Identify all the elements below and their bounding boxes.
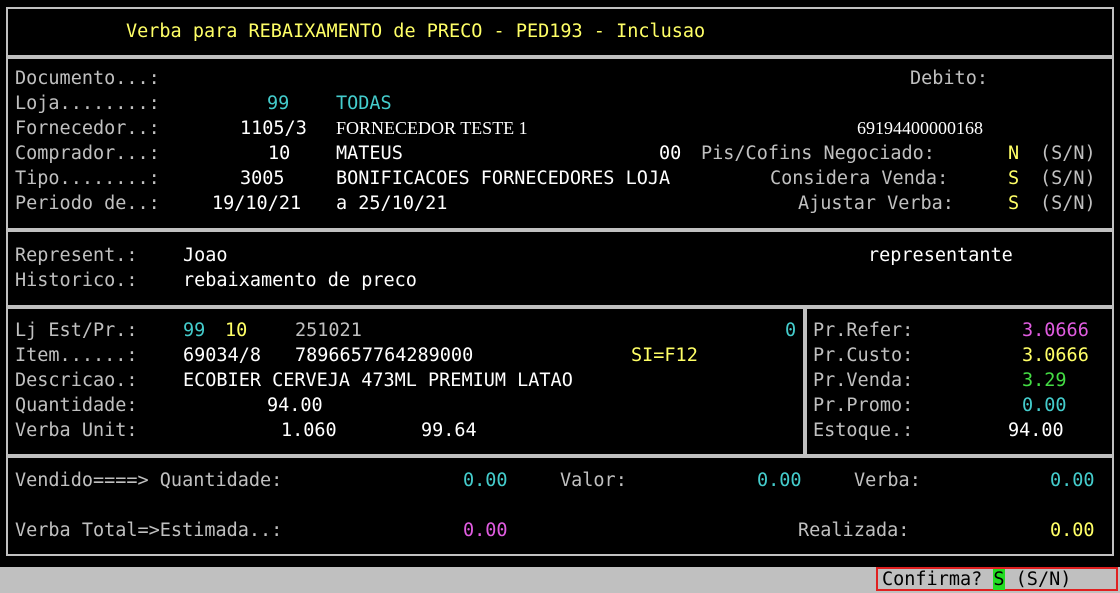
realizada-label: Realizada: [798, 520, 910, 541]
tipo-name: BONIFICACOES FORNECEDORES LOJA [336, 168, 671, 189]
loja-code[interactable]: 99 [267, 91, 289, 116]
refer-value: 3.0666 [1022, 320, 1089, 341]
terminal-screen: Verba para REBAIXAMENTO de PRECO - PED19… [0, 0, 1120, 567]
descricao-label: Descricao.: [15, 370, 138, 391]
confirm-input[interactable]: S [993, 569, 1005, 590]
periodo-de[interactable]: 19/10/21 [212, 191, 301, 216]
pis-label: Pis/Cofins Negociado: [701, 143, 935, 164]
fornecedor-name: FORNECEDOR TESTE 1 [336, 118, 528, 138]
represent-role: representante [868, 245, 1013, 266]
pis-value[interactable]: N [1008, 141, 1019, 166]
loja-label: Loja........: [15, 93, 160, 114]
zero-value: 0 [785, 320, 797, 341]
ean-code: 7896657764289000 [295, 345, 474, 366]
venda-label: Pr.Venda: [813, 370, 914, 391]
historico-label: Historico.: [15, 270, 138, 291]
custo-value: 3.0666 [1022, 345, 1089, 366]
vendido-qtd: 0.00 [463, 470, 508, 491]
comprador-code[interactable]: 10 [268, 141, 290, 166]
verba-unit-total: 99.64 [421, 420, 477, 441]
ajustar-label: Ajustar Verba: [798, 193, 954, 214]
quantidade-label: Quantidade: [15, 395, 138, 416]
refer-label: Pr.Refer: [813, 320, 914, 341]
periodo-a[interactable]: a 25/10/21 [336, 191, 447, 216]
confirm-label: Confirma? [882, 569, 983, 590]
tipo-label: Tipo........: [15, 168, 160, 189]
fornecedor-cnpj: 69194400000168 [857, 118, 983, 138]
represent-label: Represent.: [15, 245, 138, 266]
considera-value[interactable]: S [1008, 166, 1019, 191]
promo-label: Pr.Promo: [813, 395, 914, 416]
periodo-label: Periodo de..: [15, 193, 160, 214]
custo-label: Pr.Custo: [813, 345, 914, 366]
vendido-label: Vendido====> Quantidade: [15, 470, 283, 491]
quantidade-value[interactable]: 94.00 [267, 393, 323, 418]
considera-opts: (S/N) [1040, 168, 1096, 189]
si-indicator: SI=F12 [631, 345, 698, 366]
comprador-name: MATEUS [336, 143, 403, 164]
est-value[interactable]: 10 [225, 318, 247, 343]
item-label: Item......: [15, 345, 138, 366]
confirm-prompt[interactable]: Confirma? S (S/N) [876, 567, 1118, 591]
estoque-label: Estoque.: [813, 420, 914, 441]
pis-opts: (S/N) [1040, 143, 1096, 164]
verba-value: 0.00 [1050, 470, 1095, 491]
fornecedor-label: Fornecedor..: [15, 118, 160, 139]
estoque-value: 94.00 [1008, 420, 1064, 441]
lj-value[interactable]: 99 [183, 318, 205, 343]
realizada-value: 0.00 [1050, 520, 1095, 541]
historico-value[interactable]: rebaixamento de preco [183, 268, 417, 293]
fornecedor-code[interactable]: 1105/3 [240, 116, 307, 141]
descricao-value: ECOBIER CERVEJA 473ML PREMIUM LATAO [183, 370, 573, 391]
ajustar-opts: (S/N) [1040, 193, 1096, 214]
venda-value: 3.29 [1022, 370, 1067, 391]
estimada-value: 0.00 [463, 520, 508, 541]
considera-label: Considera Venda: [770, 168, 949, 189]
date-code: 251021 [295, 320, 362, 341]
debito-label: Debito: [910, 68, 988, 89]
verba-unit-value[interactable]: 1.060 [281, 418, 337, 443]
ljest-label: Lj Est/Pr.: [15, 320, 138, 341]
item-code[interactable]: 69034/8 [183, 343, 261, 368]
valor-label: Valor: [560, 470, 627, 491]
comprador-label: Comprador...: [15, 143, 160, 164]
tipo-code[interactable]: 3005 [240, 166, 285, 191]
loja-name: TODAS [336, 93, 392, 114]
verba-label: Verba: [854, 470, 921, 491]
represent-value[interactable]: Joao [183, 243, 228, 268]
promo-value: 0.00 [1022, 395, 1067, 416]
rep-section [6, 230, 1114, 307]
verba-total-label: Verba Total=>Estimada..: [15, 520, 283, 541]
valor-value: 0.00 [757, 470, 802, 491]
documento-label: Documento...: [15, 68, 160, 89]
page-title: Verba para REBAIXAMENTO de PRECO - PED19… [126, 21, 706, 42]
ajustar-value[interactable]: S [1008, 191, 1019, 216]
confirm-opts: (S/N) [1015, 569, 1072, 590]
verba-unit-label: Verba Unit: [15, 420, 138, 441]
pis-code: 00 [659, 143, 682, 164]
